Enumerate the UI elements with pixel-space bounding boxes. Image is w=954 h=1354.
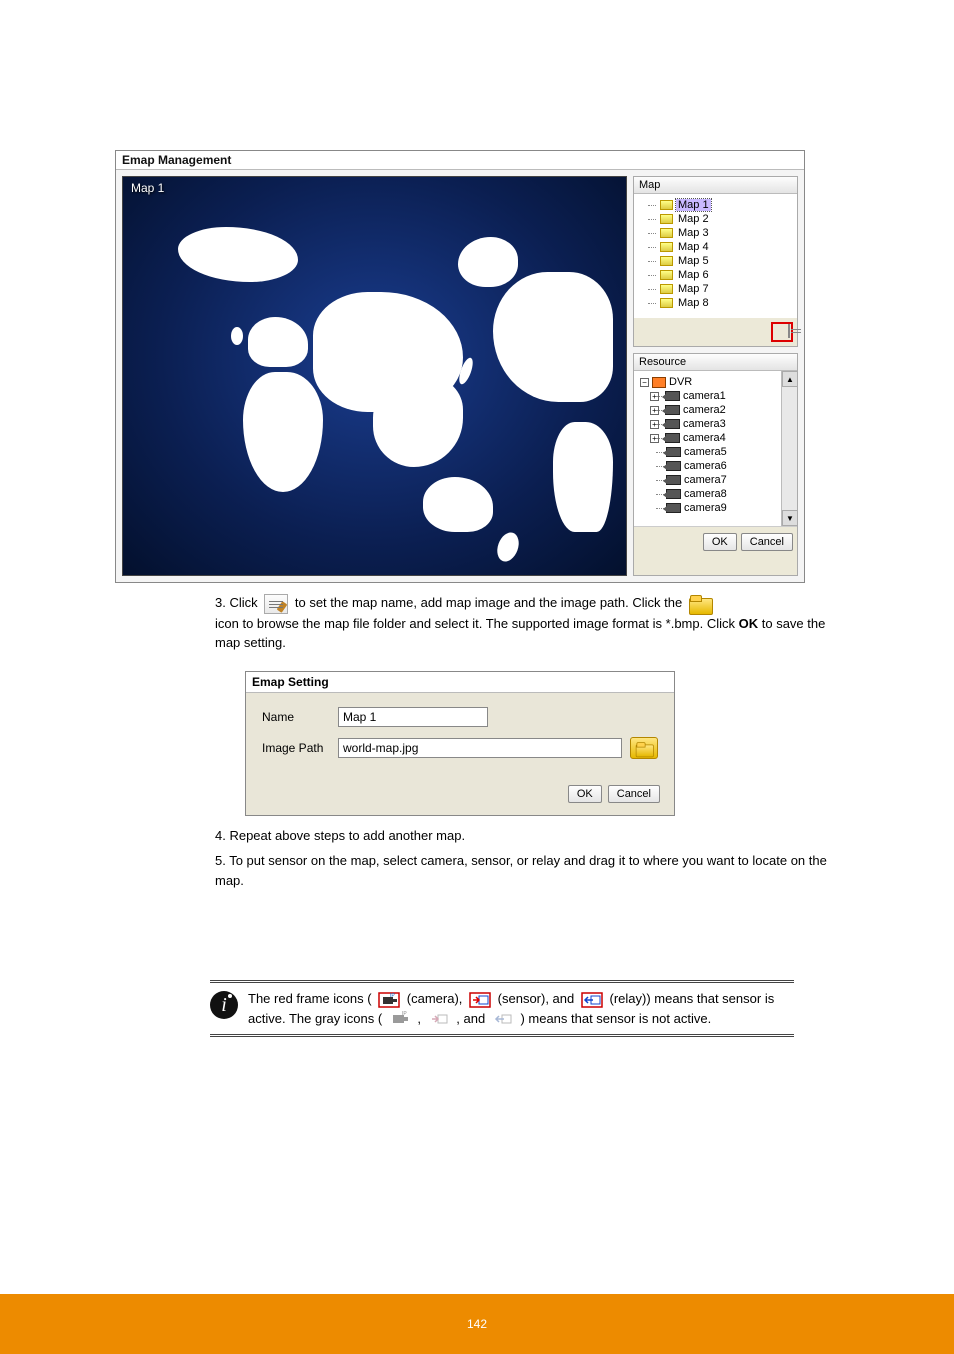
name-input[interactable] [338,707,488,727]
resource-scrollbar[interactable]: ▲ ▼ [781,371,797,526]
emap-management-title: Emap Management [116,151,804,170]
camera-icon [665,419,680,429]
scroll-up-icon[interactable]: ▲ [782,371,798,387]
info-note: i The red frame icons ( IP (camera), (se… [210,980,794,1037]
emap-setting-dialog: Emap Setting Name Image Path OK Cancel [245,671,675,816]
scroll-down-icon[interactable]: ▼ [782,510,798,526]
sensor-inactive-icon [428,1011,450,1027]
map-tree-item[interactable]: Map 1 [642,198,793,212]
ok-button[interactable]: OK [568,785,602,803]
relay-active-icon [581,992,603,1008]
camera-icon [665,433,680,443]
map-tree-item[interactable]: Map 2 [642,212,793,226]
map-tree-item[interactable]: Map 4 [642,240,793,254]
camera-item[interactable]: +camera4 [640,431,793,445]
camera-item[interactable]: camera9 [640,501,793,515]
camera-item[interactable]: +camera3 [640,417,793,431]
camera-item[interactable]: camera5 [640,445,793,459]
map-thumb-icon [660,242,673,252]
map-caption: Map 1 [131,181,164,195]
map-thumb-icon [660,284,673,294]
camera-item[interactable]: camera7 [640,473,793,487]
emap-management-window: Emap Management Map 1 [115,150,805,583]
svg-text:IP: IP [390,993,395,999]
path-label: Image Path [262,741,330,755]
camera-item[interactable]: camera8 [640,487,793,501]
step-4-text: 4. Repeat above steps to add another map… [215,826,854,846]
folder-icon [689,595,711,613]
name-label: Name [262,710,330,724]
image-path-input[interactable] [338,738,622,758]
map-tree-item[interactable]: Map 5 [642,254,793,268]
map-tree-item[interactable]: Map 8 [642,296,793,310]
dvr-icon [652,377,666,388]
camera-item[interactable]: +camera1 [640,389,793,403]
camera-icon [665,405,680,415]
map-tree-item[interactable]: Map 6 [642,268,793,282]
browse-button[interactable] [630,737,658,759]
cancel-button[interactable]: Cancel [608,785,660,803]
map-panel-header: Map [634,177,797,194]
camera-item[interactable]: camera6 [640,459,793,473]
camera-icon [665,391,680,401]
map-thumb-icon [660,298,673,308]
resource-root[interactable]: − DVR [640,375,793,389]
relay-inactive-icon [492,1011,514,1027]
page-number: 142 [467,1317,487,1331]
map-thumb-icon [660,256,673,266]
camera-active-icon: IP [378,992,400,1008]
folder-icon [636,742,653,756]
page-footer: 142 [0,1294,954,1354]
cancel-button[interactable]: Cancel [741,533,793,551]
svg-text:IP: IP [402,1011,407,1017]
emap-setting-title: Emap Setting [246,672,674,693]
camera-icon [666,475,681,485]
map-thumb-icon [660,228,673,238]
map-canvas[interactable]: Map 1 [122,176,627,576]
step-3-text: 3. Click to set the map name, add map im… [215,593,854,653]
resource-panel-header: Resource [634,354,797,371]
camera-icon [666,503,681,513]
sensor-active-icon [469,992,491,1008]
edit-icon [264,594,288,614]
map-tree-item[interactable]: Map 3 [642,226,793,240]
edit-map-button[interactable] [771,322,793,342]
info-icon: i [210,991,238,1019]
camera-item[interactable]: +camera2 [640,403,793,417]
camera-icon [666,447,681,457]
map-tree-panel: Map Map 1 Map 2 Map 3 Map 4 Map 5 Map 6 … [633,176,798,347]
map-thumb-icon [660,200,673,210]
step-5-text: 5. To put sensor on the map, select came… [215,851,854,890]
resource-panel: Resource − DVR +camera1 +camera2 +camera… [633,353,798,576]
map-thumb-icon [660,214,673,224]
map-tree-item[interactable]: Map 7 [642,282,793,296]
camera-inactive-icon: IP [389,1011,411,1027]
camera-icon [666,489,681,499]
map-thumb-icon [660,270,673,280]
ok-button[interactable]: OK [703,533,737,551]
camera-icon [666,461,681,471]
